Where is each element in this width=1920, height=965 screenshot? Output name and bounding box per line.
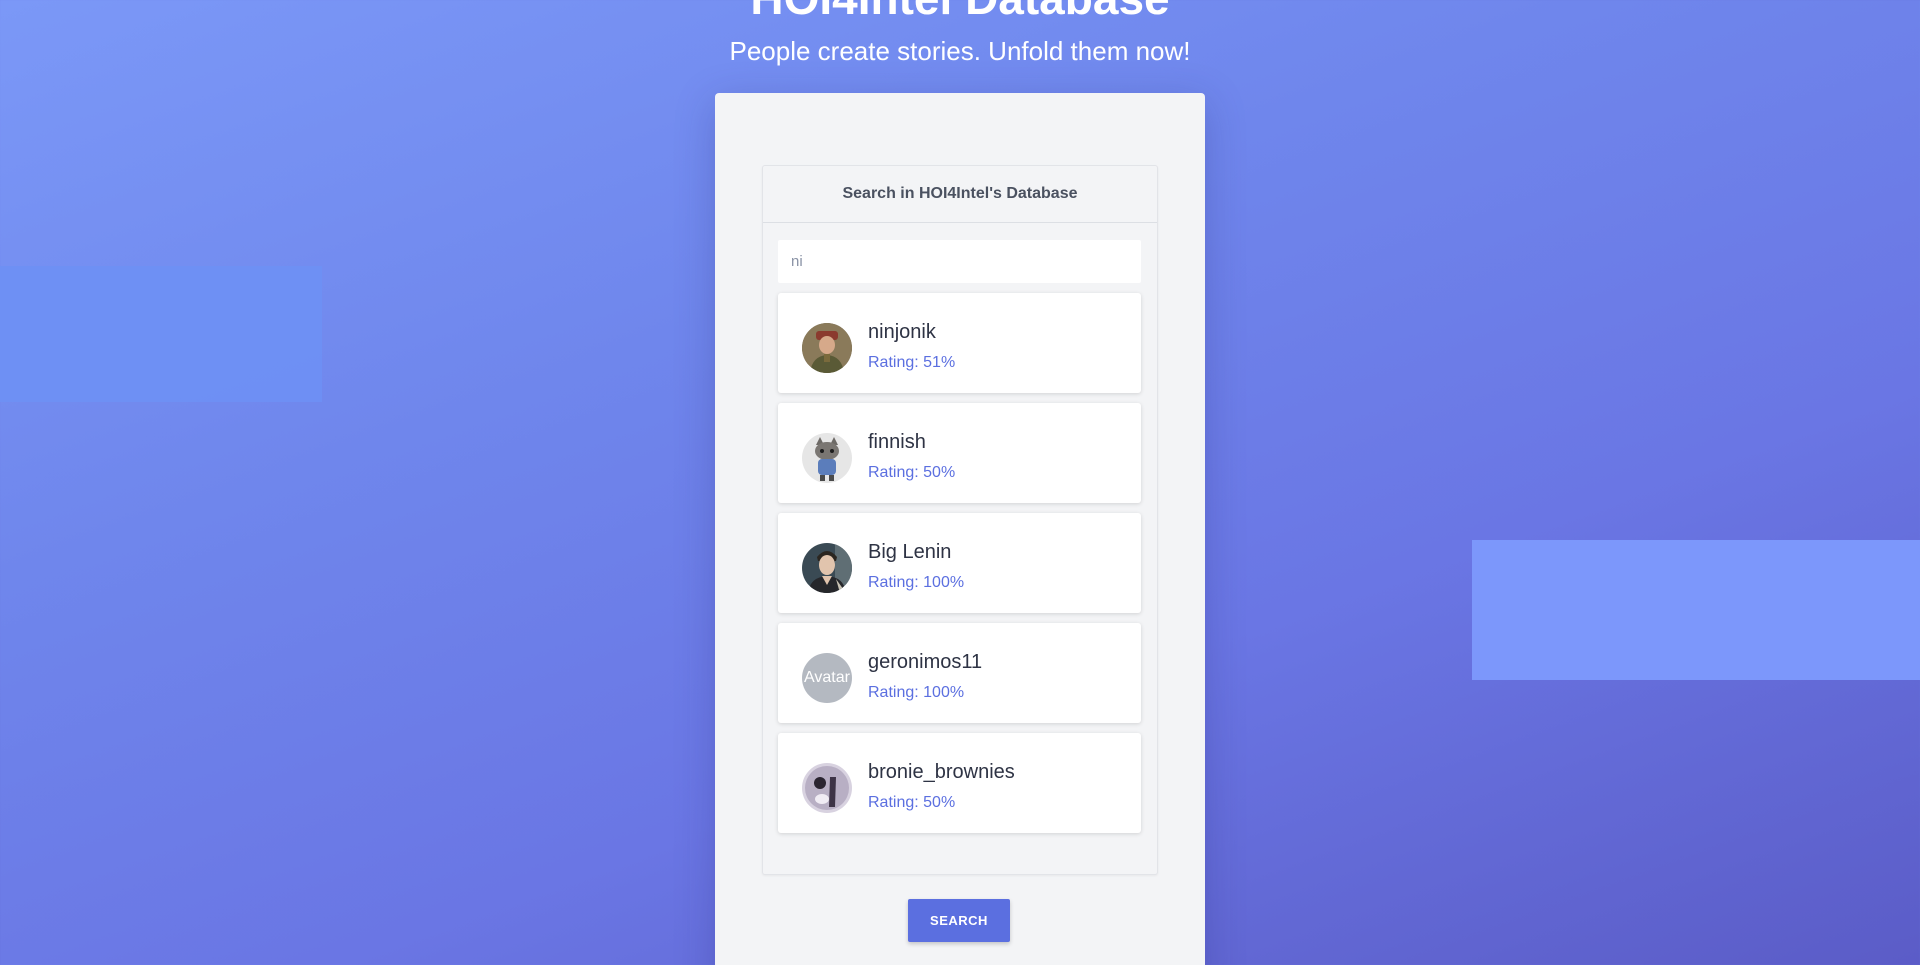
list-item[interactable]: bronie_brownies Rating: 50% [778,733,1141,833]
cartoon-cat-icon [802,433,852,483]
man-portrait-icon [802,543,852,593]
search-button[interactable]: SEARCH [908,899,1010,942]
result-name: Big Lenin [868,541,952,563]
result-name: finnish [868,431,926,453]
list-item[interactable]: finnish Rating: 50% [778,403,1141,503]
page-subtitle: People create stories. Unfold them now! [729,36,1191,66]
search-card: Search in HOI4Intel's Database ninjonik … [762,165,1158,875]
results-list: ninjonik Rating: 51% finnish Rating: 50%… [778,293,1141,843]
background-block-right [1472,540,1920,680]
result-rating: Rating: 100% [868,684,965,701]
result-name: ninjonik [868,321,936,343]
list-item[interactable]: Big Lenin Rating: 100% [778,513,1141,613]
avatar-text: Avatar [804,669,850,686]
background-block-left [0,266,322,402]
abstract-portrait-icon [802,763,852,813]
main-panel: Search in HOI4Intel's Database ninjonik … [715,93,1205,965]
default-avatar: Avatar [802,653,852,703]
result-rating: Rating: 51% [868,354,956,371]
result-name: bronie_brownies [868,761,1015,783]
list-item[interactable]: Avatar geronimos11 Rating: 100% [778,623,1141,723]
search-card-title: Search in HOI4Intel's Database [763,166,1157,223]
result-rating: Rating: 50% [868,794,956,811]
result-rating: Rating: 50% [868,464,956,481]
search-input[interactable] [778,240,1141,283]
soldier-portrait-icon [802,323,852,373]
list-item[interactable]: ninjonik Rating: 51% [778,293,1141,393]
page-title: HOI4Intel Database [0,0,1920,24]
result-name: geronimos11 [868,651,983,673]
result-rating: Rating: 100% [868,574,965,591]
